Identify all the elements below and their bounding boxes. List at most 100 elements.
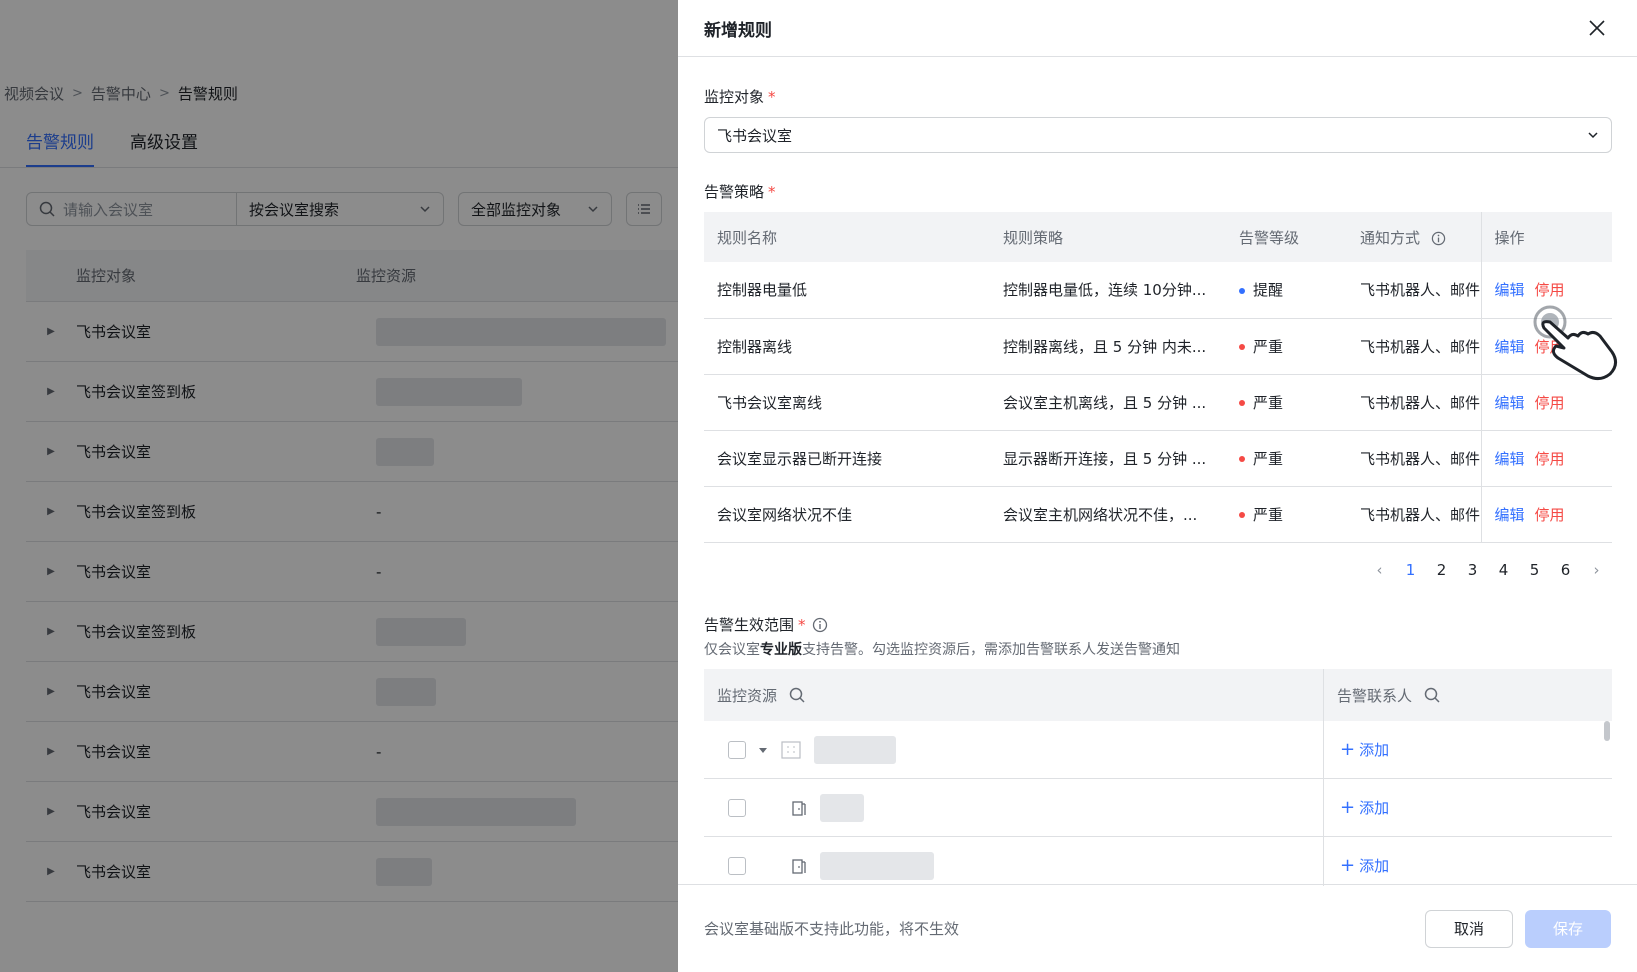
rule-name: 会议室网络状况不佳	[704, 486, 990, 543]
close-icon	[1589, 20, 1605, 36]
row-checkbox[interactable]	[728, 856, 746, 875]
drawer-footer: 会议室基础版不支持此功能，将不生效 取消 保存	[678, 884, 1637, 972]
operations-cell: 编辑 停用	[1480, 486, 1612, 543]
door-icon	[792, 858, 806, 874]
table-row: 飞书会议室离线 会议室主机离线，且 5 分钟 ... 严重 飞书机器人、邮件 编辑 停用	[704, 374, 1612, 431]
footer-note: 会议室基础版不支持此功能，将不生效	[704, 920, 960, 938]
prev-page-icon[interactable]: ‹	[1364, 561, 1395, 579]
add-contact-button[interactable]: + 添加	[1324, 779, 1612, 836]
notify-method: 飞书机器人、邮件	[1347, 318, 1481, 375]
operations: 编辑 停用	[1495, 394, 1565, 412]
required-mark: *	[768, 87, 776, 106]
add-contact-button[interactable]: + 添加	[1324, 837, 1612, 886]
column-header: 操作	[1480, 212, 1612, 262]
level-text: 严重	[1253, 393, 1284, 412]
label-text: 监控对象	[704, 88, 765, 106]
table-row: 控制器电量低 控制器电量低，连续 10分钟... 提醒 飞书机器人、邮件 编辑 停用	[704, 262, 1612, 319]
alert-level: 严重	[1226, 430, 1347, 487]
disable-link[interactable]: 停用	[1535, 506, 1565, 524]
desc-bold: 专业版	[760, 642, 802, 658]
column-header: 告警等级	[1226, 212, 1347, 262]
save-button[interactable]: 保存	[1524, 909, 1611, 948]
level-dot	[1239, 512, 1245, 518]
resource-name-placeholder	[820, 793, 864, 822]
column-header: 告警联系人	[1324, 669, 1612, 721]
plus-icon: +	[1340, 739, 1356, 760]
door-icon	[792, 800, 806, 816]
search-icon[interactable]	[789, 687, 805, 703]
search-icon[interactable]	[1424, 687, 1440, 703]
notify-method: 飞书机器人、邮件	[1347, 486, 1481, 543]
column-header-text: 告警联系人	[1337, 686, 1413, 705]
scrollbar[interactable]	[1604, 721, 1610, 741]
rule-strategy: 显示器断开连接，且 5 分钟 ...	[990, 430, 1226, 487]
rule-strategy: 会议室主机离线，且 5 分钟 ...	[990, 374, 1226, 431]
resource-item	[790, 793, 864, 822]
resource-cell	[704, 779, 1324, 836]
disable-link[interactable]: 停用	[1535, 281, 1565, 299]
add-contact-button[interactable]: + 添加	[1324, 721, 1612, 778]
cancel-button[interactable]: 取消	[1424, 909, 1513, 948]
add-label: 添加	[1359, 857, 1390, 875]
desc-text: 仅会议室	[704, 642, 760, 658]
table-row: 控制器离线 控制器离线，且 5 分钟 内未... 严重 飞书机器人、邮件 编辑 停用	[704, 318, 1612, 375]
operations-cell: 编辑 停用	[1480, 374, 1612, 431]
monitor-object-dropdown[interactable]: 飞书会议室	[704, 117, 1612, 153]
disable-link[interactable]: 停用	[1535, 450, 1565, 468]
resource-cell	[704, 721, 1324, 778]
page-button[interactable]: 5	[1519, 561, 1550, 579]
alert-scope-label: 告警生效范围 *	[704, 614, 828, 635]
edit-link[interactable]: 编辑	[1495, 450, 1525, 468]
column-header-text: 通知方式	[1360, 228, 1421, 247]
column-header: 监控资源	[704, 669, 1324, 721]
operations: 编辑 停用	[1495, 506, 1565, 524]
pointer-hand-icon	[1533, 305, 1617, 381]
alert-level: 严重	[1226, 486, 1347, 543]
rule-name: 控制器电量低	[704, 262, 990, 319]
table-row: 会议室网络状况不佳 会议室主机网络状况不佳，... 严重 飞书机器人、邮件 编辑 停用	[704, 486, 1612, 543]
alert-level: 严重	[1226, 374, 1347, 431]
notify-method: 飞书机器人、邮件	[1347, 430, 1481, 487]
table-row: + 添加	[704, 779, 1612, 837]
add-rule-drawer: 新增规则 监控对象 * 飞书会议室 告警策略 * 规则名称 规则策略 告警等级 通知…	[678, 0, 1637, 972]
operations: 编辑 停用	[1494, 281, 1565, 300]
caret-down-icon[interactable]	[758, 745, 768, 755]
next-page-icon[interactable]: ›	[1581, 561, 1612, 579]
rule-name: 控制器离线	[704, 318, 990, 375]
chevron-down-icon	[1588, 132, 1598, 139]
disable-link[interactable]: 停用	[1535, 394, 1565, 412]
plus-icon: +	[1340, 797, 1356, 818]
rule-name: 飞书会议室离线	[704, 374, 990, 431]
info-icon[interactable]	[1431, 231, 1446, 246]
alert-policy-label: 告警策略 *	[704, 181, 776, 202]
page-button[interactable]: 3	[1457, 561, 1488, 579]
alert-policy-table: 规则名称 规则策略 告警等级 通知方式 操作 控制器电量低 控制器电量低，连续 1…	[704, 212, 1612, 543]
edit-link[interactable]: 编辑	[1495, 281, 1525, 299]
edit-link[interactable]: 编辑	[1495, 338, 1525, 356]
page-button[interactable]: 2	[1426, 561, 1457, 579]
row-checkbox[interactable]	[728, 740, 746, 759]
operations-cell: 编辑 停用	[1480, 430, 1612, 487]
info-icon[interactable]	[812, 617, 828, 633]
edit-link[interactable]: 编辑	[1495, 394, 1525, 412]
level-dot	[1239, 344, 1245, 350]
page-button[interactable]: 6	[1550, 561, 1581, 579]
page-button[interactable]: 4	[1488, 561, 1519, 579]
page-button[interactable]: 1	[1395, 561, 1426, 579]
add-label: 添加	[1359, 799, 1390, 817]
building-icon	[781, 740, 801, 759]
column-header: 规则名称	[704, 212, 990, 262]
resource-cell	[704, 837, 1324, 886]
notify-method: 飞书机器人、邮件	[1347, 374, 1481, 431]
row-checkbox[interactable]	[728, 798, 746, 817]
resource-name-placeholder	[814, 735, 896, 764]
edit-link[interactable]: 编辑	[1495, 506, 1525, 524]
alert-level: 严重	[1226, 318, 1347, 375]
required-mark: *	[768, 182, 776, 201]
resource-name-placeholder	[820, 851, 934, 880]
label-text: 告警策略	[704, 183, 765, 201]
plus-icon: +	[1340, 855, 1356, 876]
drawer-title: 新增规则	[704, 20, 772, 41]
table-row: 会议室显示器已断开连接 显示器断开连接，且 5 分钟 ... 严重 飞书机器人、邮件编…	[704, 430, 1612, 487]
close-button[interactable]	[1583, 14, 1611, 42]
